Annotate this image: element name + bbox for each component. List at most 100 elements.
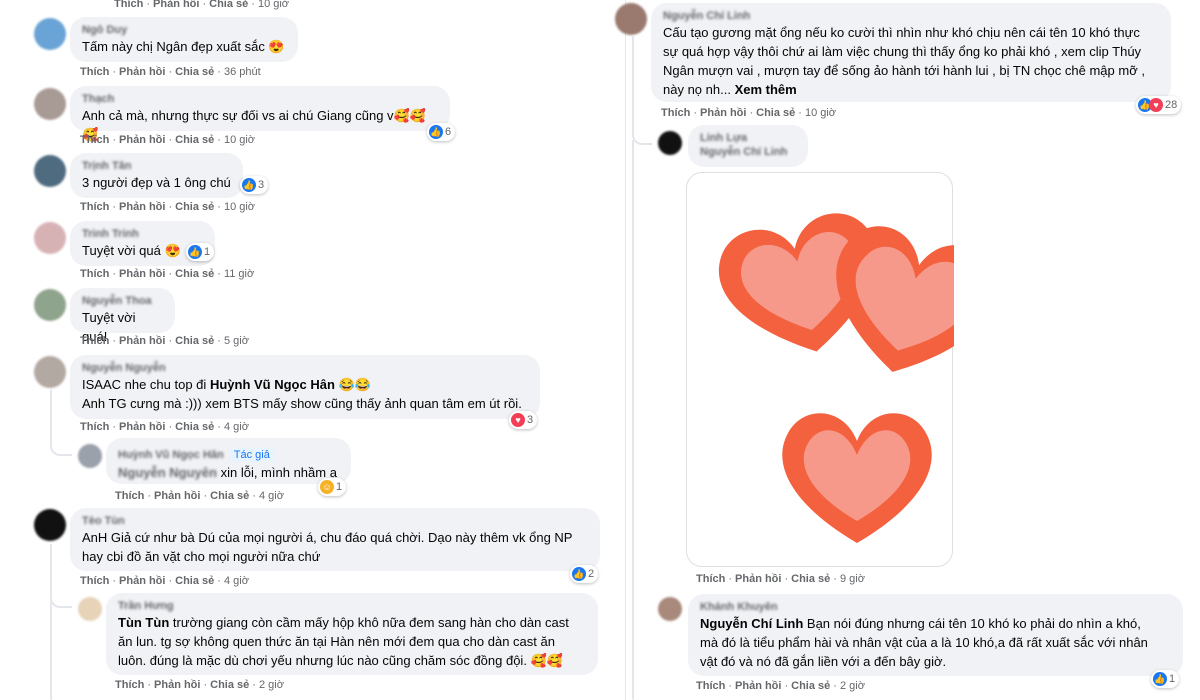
share-link[interactable]: Chia sẻ [791, 573, 830, 585]
avatar[interactable] [34, 356, 66, 388]
like-link[interactable]: Thích [696, 680, 725, 692]
like-link[interactable]: Thích [80, 268, 109, 280]
like-link[interactable]: Thích [80, 201, 109, 213]
comment-author[interactable]: Trinh Trinh [82, 227, 203, 241]
comment-author[interactable]: Tèo Tùn [82, 514, 588, 528]
reply-link[interactable]: Phản hồi [154, 490, 200, 502]
like-icon: 👍 [242, 178, 256, 192]
like-link[interactable]: Thích [80, 335, 109, 347]
avatar[interactable] [78, 444, 102, 468]
comment-time[interactable]: 2 giờ [259, 679, 284, 691]
comment-author[interactable]: Nguyễn Nguyễn [82, 361, 528, 375]
comment-author[interactable]: Nguyễn Chí Linh [663, 9, 1159, 23]
reply-link[interactable]: Phản hồi [119, 134, 165, 146]
mention-link[interactable]: Tùn Tùn [118, 615, 169, 630]
mention-link[interactable]: Nguyễn Chí Linh [700, 616, 803, 631]
reply-link[interactable]: Phản hồi [119, 575, 165, 587]
comment-time[interactable]: 36 phút [224, 66, 261, 78]
comment-time[interactable]: 10 giờ [805, 107, 836, 119]
comment-time[interactable]: 5 giờ [224, 335, 249, 347]
reaction-count: 2 [588, 568, 595, 580]
sticker-attachment[interactable] [686, 172, 994, 567]
comment-time[interactable]: 4 giờ [259, 490, 284, 502]
avatar[interactable] [34, 509, 66, 541]
see-more-link[interactable]: Xem thêm [735, 82, 797, 97]
comment-author[interactable]: Trịnh Tân [82, 159, 231, 173]
comment-actions: Thích · Phản hồi · Chia sẻ · 10 giờ [80, 201, 256, 213]
comment-author[interactable]: Nguyễn Thoa [82, 294, 163, 308]
reply-link[interactable]: Phản hồi [119, 201, 165, 213]
comment-time[interactable]: 4 giờ [224, 421, 249, 433]
reply-bubble: Trần Hưng Tùn Tùn trường giang còn cầm m… [106, 593, 598, 675]
reaction-summary[interactable]: 👍 ♥ 28 [1136, 96, 1182, 114]
avatar[interactable] [34, 289, 66, 321]
avatar[interactable] [78, 597, 102, 621]
comment-time[interactable]: 4 giờ [224, 575, 249, 587]
share-link[interactable]: Chia sẻ [175, 268, 214, 280]
reply-link[interactable]: Phản hồi [700, 107, 746, 119]
like-link[interactable]: Thích [661, 107, 690, 119]
share-link[interactable]: Chia sẻ [209, 0, 248, 10]
avatar[interactable] [34, 222, 66, 254]
reaction-summary[interactable]: 👍 1 [1151, 670, 1180, 688]
reaction-summary[interactable]: 👍 1 [186, 243, 215, 261]
share-link[interactable]: Chia sẻ [791, 680, 830, 692]
share-link[interactable]: Chia sẻ [175, 335, 214, 347]
share-link[interactable]: Chia sẻ [210, 490, 249, 502]
reaction-summary[interactable]: ♥ 3 [509, 411, 538, 429]
comment-author[interactable]: Huỳnh Vũ Ngọc Hân [118, 448, 224, 462]
comment-time[interactable]: 9 giờ [840, 573, 865, 585]
comment-author[interactable]: Thạch [82, 92, 438, 106]
comment-author[interactable]: Khánh Khuyên [700, 600, 1171, 614]
mention-link[interactable]: Huỳnh Vũ Ngọc Hân [210, 377, 335, 392]
avatar[interactable] [34, 18, 66, 50]
share-link[interactable]: Chia sẻ [756, 107, 795, 119]
author-badge: Tác giả [229, 448, 274, 462]
reply-link[interactable]: Phản hồi [735, 680, 781, 692]
mention-link[interactable]: Nguyễn Chí Linh [700, 145, 796, 159]
like-link[interactable]: Thích [80, 575, 109, 587]
reaction-summary[interactable]: 👍 6 [427, 123, 456, 141]
avatar[interactable] [34, 88, 66, 120]
reply-link[interactable]: Phản hồi [119, 66, 165, 78]
reaction-summary[interactable]: 👍 3 [240, 176, 269, 194]
share-link[interactable]: Chia sẻ [175, 134, 214, 146]
like-link[interactable]: Thích [114, 0, 143, 10]
comment-author[interactable]: Ngô Duy [82, 23, 286, 37]
like-link[interactable]: Thích [80, 66, 109, 78]
avatar[interactable] [34, 155, 66, 187]
like-link[interactable]: Thích [115, 679, 144, 691]
reply-link[interactable]: Phản hồi [119, 421, 165, 433]
reply-thread-line [50, 600, 52, 700]
share-link[interactable]: Chia sẻ [175, 66, 214, 78]
comment-time[interactable]: 11 giờ [224, 268, 254, 280]
mention-link[interactable]: Nguyễn Nguyên [118, 463, 217, 482]
comment-author[interactable]: Trần Hưng [118, 599, 586, 613]
reply-link[interactable]: Phản hồi [119, 268, 165, 280]
comment-text: sự quá hợp vậy thôi chứ ai làm việc chun… [663, 44, 1142, 59]
comment-time[interactable]: 10 giờ [258, 0, 289, 10]
reaction-summary[interactable]: ☺ 1 [318, 478, 347, 496]
reply-link[interactable]: Phản hồi [119, 335, 165, 347]
share-link[interactable]: Chia sẻ [175, 201, 214, 213]
share-link[interactable]: Chia sẻ [175, 575, 214, 587]
reply-link[interactable]: Phản hồi [735, 573, 781, 585]
like-link[interactable]: Thích [80, 421, 109, 433]
reaction-summary[interactable]: 👍 2 [570, 565, 599, 583]
comment-author[interactable]: Linh Lựa [700, 131, 796, 145]
reply-link[interactable]: Phản hồi [154, 679, 200, 691]
share-link[interactable]: Chia sẻ [175, 421, 214, 433]
avatar[interactable] [658, 131, 682, 155]
like-link[interactable]: Thích [696, 573, 725, 585]
like-link[interactable]: Thích [80, 134, 109, 146]
share-link[interactable]: Chia sẻ [210, 679, 249, 691]
reply-link[interactable]: Phản hồi [153, 0, 199, 10]
comment-actions: Thích · Phản hồi · Chia sẻ · 11 giờ [80, 268, 255, 280]
comment-time[interactable]: 10 giờ [224, 201, 255, 213]
like-link[interactable]: Thích [115, 490, 144, 502]
avatar[interactable] [615, 3, 647, 35]
comment-time[interactable]: 10 giờ [224, 134, 255, 146]
comment-time[interactable]: 2 giờ [840, 680, 865, 692]
comment-text: Bạn nói đúng nhưng cái tên 10 khó ko phả… [806, 616, 1141, 631]
avatar[interactable] [658, 597, 682, 621]
